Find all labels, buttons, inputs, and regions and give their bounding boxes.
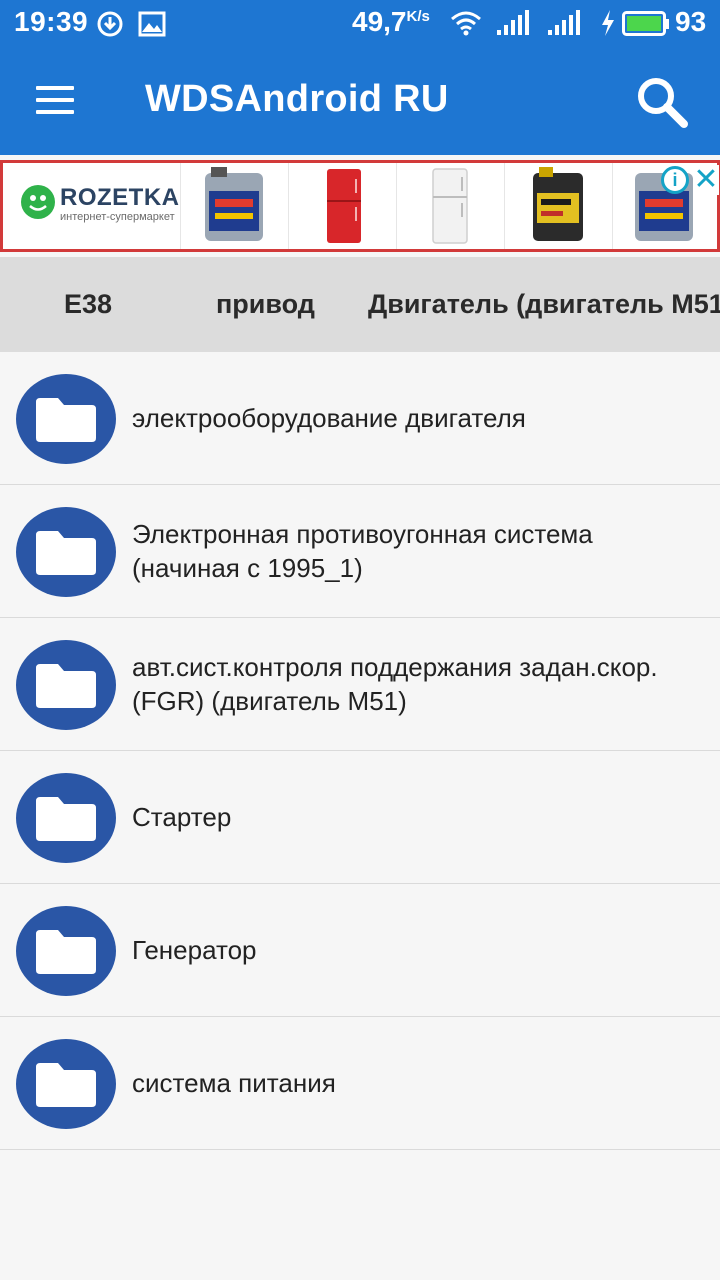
app-bar: WDSAndroid RU — [0, 46, 720, 155]
breadcrumb-e38[interactable]: E38 — [64, 289, 112, 320]
signal-icon-2 — [548, 10, 580, 35]
oil-canister-icon — [205, 167, 263, 241]
network-speed: 49,7K/s — [352, 6, 430, 37]
search-icon[interactable] — [630, 70, 694, 134]
ad-brand: ROZETKA — [60, 184, 180, 211]
wifi-icon — [451, 11, 481, 36]
list-item[interactable]: Генератор — [0, 884, 720, 1017]
battery-icon — [622, 11, 669, 36]
list-item-label: система питания — [132, 1068, 336, 1098]
ad-info-icon[interactable]: i — [661, 166, 689, 194]
list-item[interactable]: Электронная противоугонная система (начи… — [0, 485, 720, 618]
oil-canister-dark-icon — [533, 167, 583, 241]
status-time: 19:39 — [14, 6, 89, 37]
folder-icon — [16, 374, 116, 464]
folder-icon — [16, 773, 116, 863]
top-bar: 19:39 49,7K/s 93 WDSAndroid RU — [0, 0, 720, 155]
battery-percent: 93 — [675, 6, 707, 37]
ad-tagline: интернет-супермаркет — [60, 211, 175, 223]
list-item-label: Генератор — [132, 935, 257, 965]
list-item[interactable]: система питания — [0, 1017, 720, 1150]
signal-icon — [497, 10, 529, 35]
list-item[interactable]: электрооборудование двигателя — [0, 352, 720, 485]
status-bar: 19:39 49,7K/s 93 — [0, 0, 720, 46]
ad-banner[interactable]: ROZETKA интернет-супермаркет i ✕ — [0, 160, 720, 252]
red-fridge-icon — [327, 169, 361, 243]
hamburger-menu-icon[interactable] — [28, 78, 84, 126]
download-icon — [97, 11, 123, 37]
white-fridge-icon — [432, 168, 468, 244]
ad-product-oil-canister[interactable] — [181, 163, 289, 249]
breadcrumb-engine[interactable]: Двигатель (двигатель M51) — [368, 289, 720, 320]
folder-list: электрооборудование двигателя Электронна… — [0, 352, 720, 1150]
ad-product-red-fridge[interactable] — [289, 163, 397, 249]
list-item[interactable]: Стартер — [0, 751, 720, 884]
list-item-label: Стартер — [132, 802, 232, 832]
image-icon — [138, 11, 166, 37]
breadcrumb: E38 привод Двигатель (двигатель M51) — [0, 257, 720, 352]
breadcrumb-drive[interactable]: привод — [216, 289, 315, 320]
list-item-label: Электронная противоугонная система (начи… — [132, 519, 593, 583]
ad-product-oil-canister-dark[interactable] — [505, 163, 613, 249]
folder-icon — [16, 640, 116, 730]
ad-rozetka-cell[interactable]: ROZETKA интернет-супермаркет — [3, 163, 181, 249]
app-title: WDSAndroid RU — [145, 78, 449, 120]
folder-icon — [16, 507, 116, 597]
ad-product-white-fridge[interactable] — [397, 163, 505, 249]
rozetka-logo-icon — [21, 185, 55, 219]
charging-icon — [602, 10, 614, 36]
folder-icon — [16, 906, 116, 996]
list-item-label: авт.сист.контроля поддержания задан.скор… — [132, 652, 658, 716]
list-item[interactable]: авт.сист.контроля поддержания задан.скор… — [0, 618, 720, 751]
ad-close-icon[interactable]: ✕ — [693, 165, 719, 195]
folder-icon — [16, 1039, 116, 1129]
list-item-label: электрооборудование двигателя — [132, 403, 526, 433]
